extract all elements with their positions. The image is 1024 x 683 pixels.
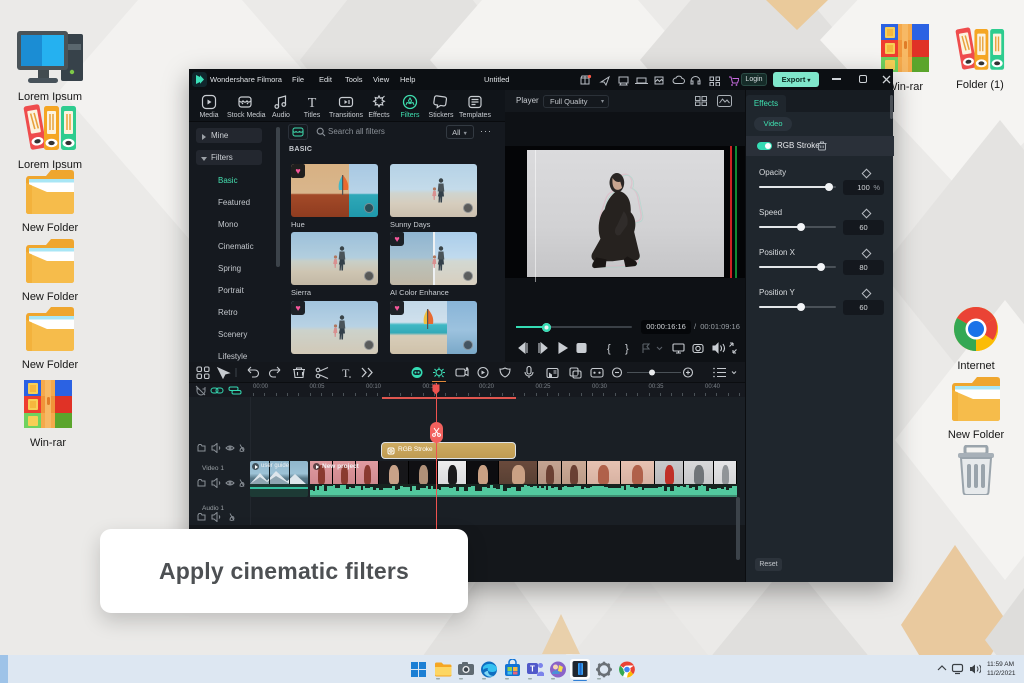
svg-text:}: } — [625, 343, 629, 355]
svg-text:T: T — [308, 96, 317, 110]
svg-text:T: T — [342, 366, 350, 379]
svg-text:T: T — [530, 665, 535, 674]
svg-text:{: { — [607, 343, 611, 355]
